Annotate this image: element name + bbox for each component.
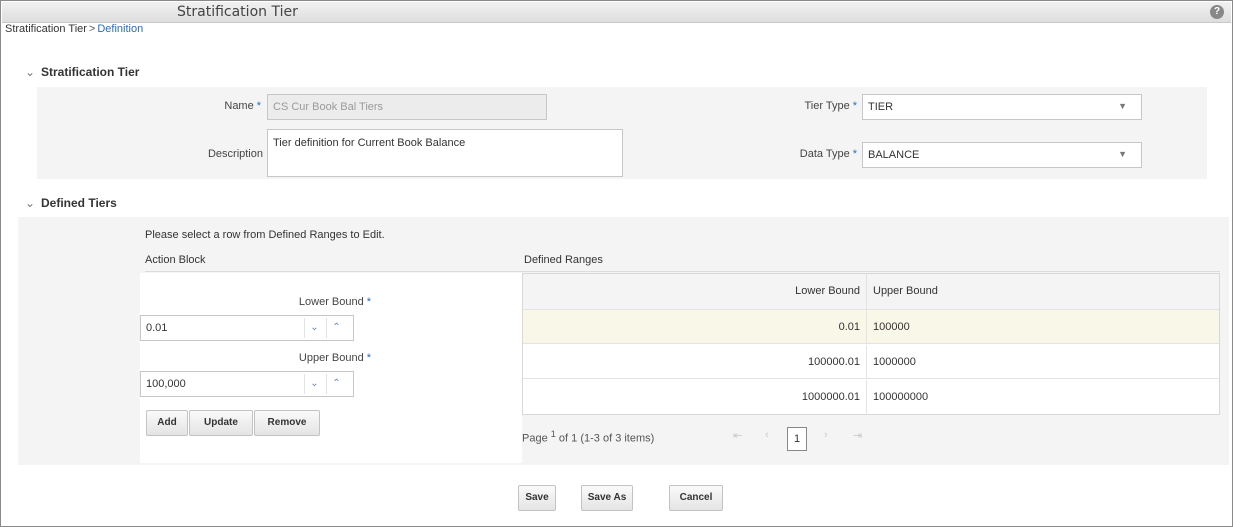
chevron-up-icon[interactable]: ⌃ [326,318,346,338]
required-mark: * [366,352,371,364]
required-mark: * [256,100,261,112]
save-as-button[interactable]: Save As [581,485,633,511]
pager-page-label: Page [522,432,548,445]
previous-page-icon[interactable]: ‹ [765,429,769,441]
chevron-down-icon[interactable]: ⌄ [304,374,324,394]
edit-instruction: Please select a row from Defined Ranges … [145,229,385,241]
chevron-down-icon: ⌄ [25,65,36,79]
pager-page-number: 1 [550,429,556,439]
data-type-label: Data Type * [761,148,857,160]
column-header-lower-bound[interactable]: Lower Bound [523,274,867,309]
cancel-button[interactable]: Cancel [669,485,723,511]
name-label: Name * [161,100,261,112]
name-field[interactable]: CS Cur Book Bal Tiers [267,94,547,120]
upper-bound-value: 100,000 [146,378,186,390]
table-row[interactable]: 1000000.01 100000000 [523,380,1219,414]
lower-bound-input[interactable]: 0.01 ⌄ ⌃ [140,315,354,341]
section-stratification-tier-header[interactable]: ⌄ Stratification Tier [25,65,139,79]
breadcrumb-root[interactable]: Stratification Tier [5,23,87,35]
chevron-down-icon: ▼ [1118,101,1127,111]
cell-lower-bound: 1000000.01 [523,380,867,414]
current-page-button[interactable]: 1 [787,427,807,451]
last-page-icon[interactable]: ⇥ [853,429,862,442]
grid-header-row: Lower Bound Upper Bound [523,274,1219,310]
defined-ranges-header: Defined Ranges [522,252,1220,272]
defined-ranges-grid: Lower Bound Upper Bound 0.01 100000 1000… [522,273,1220,415]
lower-bound-label-text: Lower Bound [298,296,364,308]
lower-bound-label: Lower Bound * [221,296,371,308]
window-title: Stratification Tier [177,4,298,20]
pager-info: Page 1 of 1 (1-3 of 3 items) [522,429,654,445]
description-field[interactable]: Tier definition for Current Book Balance [267,129,623,177]
cell-upper-bound: 1000000 [873,356,916,368]
chevron-down-icon[interactable]: ⌄ [304,318,324,338]
action-block-header: Action Block [145,252,522,272]
cell-upper-bound: 100000000 [873,391,929,403]
breadcrumb: Stratification Tier > Definition [5,23,143,35]
breadcrumb-separator: > [88,23,96,35]
next-page-icon[interactable]: › [824,429,828,441]
required-mark: * [366,296,371,308]
upper-bound-input[interactable]: 100,000 ⌄ ⌃ [140,371,354,397]
data-type-select[interactable]: BALANCE ▼ [862,142,1142,168]
section-defined-tiers-header[interactable]: ⌄ Defined Tiers [25,196,117,210]
chevron-down-icon: ▼ [1118,149,1127,159]
section-title: Stratification Tier [41,65,140,79]
required-mark: * [852,100,857,112]
column-header-upper-bound[interactable]: Upper Bound [873,285,938,297]
section-title: Defined Tiers [41,196,117,210]
chevron-up-icon[interactable]: ⌃ [326,374,346,394]
tier-type-select[interactable]: TIER ▼ [862,94,1142,120]
pager-items: (1-3 of 3 items) [580,432,655,445]
table-row[interactable]: 100000.01 1000000 [523,345,1219,379]
lower-bound-value: 0.01 [146,322,168,334]
first-page-icon[interactable]: ⇤ [733,429,742,442]
required-mark: * [852,148,857,160]
cell-upper-bound: 100000 [873,321,910,333]
save-button[interactable]: Save [518,485,556,511]
tier-type-value: TIER [868,101,894,113]
app-window: Stratification Tier ? Stratification Tie… [0,0,1233,527]
cell-lower-bound: 100000.01 [523,345,867,378]
tier-type-label: Tier Type * [761,100,857,112]
update-button[interactable]: Update [189,410,253,436]
remove-button[interactable]: Remove [254,410,320,436]
upper-bound-label-text: Upper Bound [298,352,364,364]
description-label: Description [207,148,263,160]
upper-bound-label: Upper Bound * [221,352,371,364]
cell-lower-bound: 0.01 [523,310,867,343]
add-button[interactable]: Add [146,410,188,436]
data-type-value: BALANCE [868,149,920,161]
breadcrumb-current[interactable]: Definition [97,23,143,35]
chevron-down-icon: ⌄ [25,196,36,210]
title-bar: Stratification Tier ? [2,2,1231,23]
data-type-label-text: Data Type [799,148,850,160]
help-icon[interactable]: ? [1210,5,1224,19]
tier-type-label-text: Tier Type [804,100,850,112]
name-label-text: Name [224,100,254,112]
pager-of-label: of 1 [558,432,578,445]
table-row[interactable]: 0.01 100000 [523,310,1219,344]
